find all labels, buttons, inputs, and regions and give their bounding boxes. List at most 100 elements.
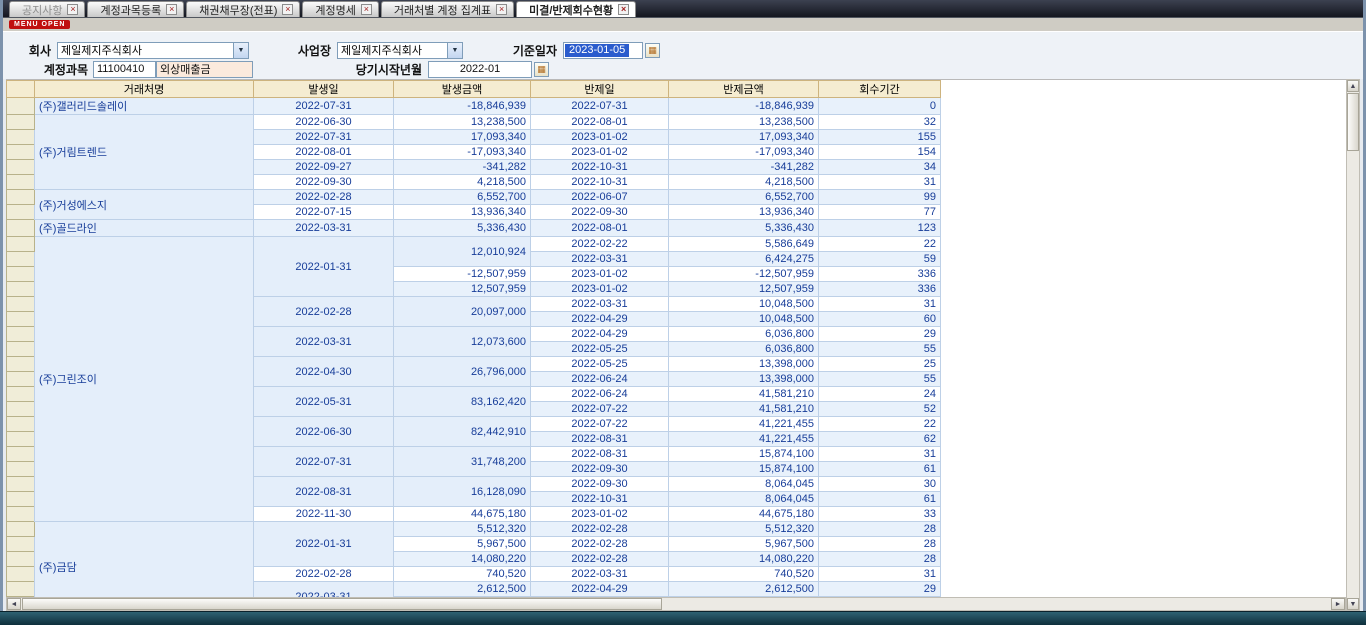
grid-cell[interactable]: 14,080,220 <box>669 552 819 567</box>
grid-cell[interactable]: 2022-06-30 <box>254 417 394 447</box>
grid-cell[interactable]: 2022-02-22 <box>531 237 669 252</box>
tab-close-icon[interactable]: × <box>361 4 372 15</box>
grid-cell[interactable]: 2022-06-07 <box>531 190 669 205</box>
row-header-cell[interactable] <box>7 477 35 492</box>
grid-cell[interactable]: 5,967,500 <box>669 537 819 552</box>
grid-cell[interactable]: 2022-07-31 <box>254 447 394 477</box>
row-header-cell[interactable] <box>7 130 35 145</box>
grid-cell[interactable]: 77 <box>819 205 941 220</box>
grid-cell[interactable]: 13,936,340 <box>394 205 531 220</box>
grid-cell[interactable]: 5,512,320 <box>394 522 531 537</box>
row-header-cell[interactable] <box>7 432 35 447</box>
column-header[interactable]: 발생일 <box>254 81 394 98</box>
tab-item-1[interactable]: 계정과목등록× <box>87 1 184 17</box>
period-start-input[interactable] <box>428 61 532 78</box>
grid-cell[interactable]: 2022-11-30 <box>254 507 394 522</box>
column-header[interactable]: 반제일 <box>531 81 669 98</box>
grid-cell[interactable]: 41,581,210 <box>669 402 819 417</box>
grid-cell[interactable]: 4,218,500 <box>669 175 819 190</box>
tab-close-icon[interactable]: × <box>496 4 507 15</box>
row-header-cell[interactable] <box>7 417 35 432</box>
grid-cell[interactable]: 2022-08-01 <box>531 115 669 130</box>
grid-cell[interactable]: 2022-02-28 <box>531 537 669 552</box>
grid-cell[interactable]: 31,748,200 <box>394 447 531 477</box>
grid-cell[interactable]: 2022-03-31 <box>531 297 669 312</box>
row-header-cell[interactable] <box>7 447 35 462</box>
grid-cell[interactable]: 2022-04-29 <box>531 582 669 597</box>
grid-cell[interactable]: -12,507,959 <box>669 267 819 282</box>
grid-cell[interactable]: -18,846,939 <box>669 98 819 115</box>
grid-cell[interactable]: 2023-01-02 <box>531 145 669 160</box>
grid-cell[interactable]: 17,093,340 <box>669 130 819 145</box>
grid-cell[interactable]: 155 <box>819 130 941 145</box>
grid-cell[interactable]: 2022-03-31 <box>531 567 669 582</box>
grid-cell[interactable]: 2022-03-31 <box>254 220 394 237</box>
grid-cell[interactable]: 740,520 <box>394 567 531 582</box>
grid-cell[interactable]: 99 <box>819 190 941 205</box>
grid-cell[interactable]: 2022-06-24 <box>531 387 669 402</box>
grid-cell[interactable]: 2022-07-31 <box>254 130 394 145</box>
grid-cell[interactable]: 2022-09-30 <box>531 205 669 220</box>
column-header[interactable]: 발생금액 <box>394 81 531 98</box>
tab-close-icon[interactable]: × <box>282 4 293 15</box>
grid-cell[interactable]: -341,282 <box>394 160 531 175</box>
grid-cell[interactable]: 2022-07-31 <box>254 98 394 115</box>
tab-item-0[interactable]: 공지사항× <box>9 1 85 17</box>
grid-cell[interactable]: 2022-02-28 <box>254 567 394 582</box>
grid-cell[interactable]: 22 <box>819 237 941 252</box>
grid-cell[interactable]: 59 <box>819 252 941 267</box>
chevron-down-icon[interactable]: ▼ <box>233 43 248 58</box>
column-header[interactable]: 반제금액 <box>669 81 819 98</box>
grid-cell[interactable]: 44,675,180 <box>394 507 531 522</box>
grid-cell[interactable]: 28 <box>819 522 941 537</box>
grid-cell[interactable]: 2022-05-31 <box>254 387 394 417</box>
account-code-input[interactable] <box>93 61 156 78</box>
grid-cell[interactable]: 2022-06-30 <box>254 115 394 130</box>
row-header-cell[interactable] <box>7 537 35 552</box>
grid-cell[interactable]: 2022-03-31 <box>531 252 669 267</box>
grid-cell[interactable]: 2022-10-31 <box>531 175 669 190</box>
scroll-up-icon[interactable]: ▲ <box>1347 80 1359 92</box>
vertical-scroll-thumb[interactable] <box>1347 93 1359 151</box>
grid-cell[interactable]: 2022-04-29 <box>531 312 669 327</box>
grid-cell[interactable]: 2022-09-27 <box>254 160 394 175</box>
grid-cell[interactable]: 8,064,045 <box>669 477 819 492</box>
grid-cell[interactable]: 2022-05-25 <box>531 357 669 372</box>
grid-cell[interactable]: 13,398,000 <box>669 372 819 387</box>
row-header-cell[interactable] <box>7 492 35 507</box>
tab-item-4[interactable]: 거래처별 계정 집계표× <box>381 1 514 17</box>
grid-cell[interactable]: 20,097,000 <box>394 297 531 327</box>
base-date-input[interactable]: 2023-01-05 <box>563 42 643 59</box>
grid-cell[interactable]: 25 <box>819 357 941 372</box>
grid-cell[interactable]: 5,967,500 <box>394 537 531 552</box>
grid-cell[interactable]: 30 <box>819 477 941 492</box>
grid-cell[interactable]: 2022-08-01 <box>254 145 394 160</box>
grid-cell[interactable]: 2022-04-29 <box>531 327 669 342</box>
grid-cell[interactable]: 6,036,800 <box>669 327 819 342</box>
grid-cell[interactable]: 24 <box>819 387 941 402</box>
scroll-left-icon[interactable]: ◄ <box>7 598 21 610</box>
grid-cell[interactable]: 13,936,340 <box>669 205 819 220</box>
grid-cell[interactable]: 2023-01-02 <box>531 507 669 522</box>
grid-cell[interactable]: 2022-10-31 <box>531 492 669 507</box>
row-header-cell[interactable] <box>7 342 35 357</box>
column-header[interactable]: 거래처명 <box>35 81 254 98</box>
horizontal-scroll-thumb[interactable] <box>22 598 662 610</box>
vertical-scrollbar[interactable]: ▲ ▼ <box>1346 79 1360 611</box>
tab-close-icon[interactable]: × <box>166 4 177 15</box>
row-header-cell[interactable] <box>7 567 35 582</box>
row-header-cell[interactable] <box>7 115 35 130</box>
row-header-cell[interactable] <box>7 220 35 237</box>
row-header-cell[interactable] <box>7 522 35 537</box>
grid-cell[interactable]: 52 <box>819 402 941 417</box>
scroll-down-icon[interactable]: ▼ <box>1347 598 1359 610</box>
grid-cell[interactable]: 2022-08-31 <box>531 432 669 447</box>
grid-cell[interactable]: 2022-08-01 <box>531 220 669 237</box>
grid-cell[interactable]: 2022-09-30 <box>531 477 669 492</box>
grid-cell[interactable]: 13,398,000 <box>669 357 819 372</box>
row-header-cell[interactable] <box>7 175 35 190</box>
grid-cell[interactable]: 6,036,800 <box>669 342 819 357</box>
grid-cell[interactable]: 2022-07-22 <box>531 402 669 417</box>
grid-cell[interactable]: 336 <box>819 282 941 297</box>
row-header-cell[interactable] <box>7 462 35 477</box>
